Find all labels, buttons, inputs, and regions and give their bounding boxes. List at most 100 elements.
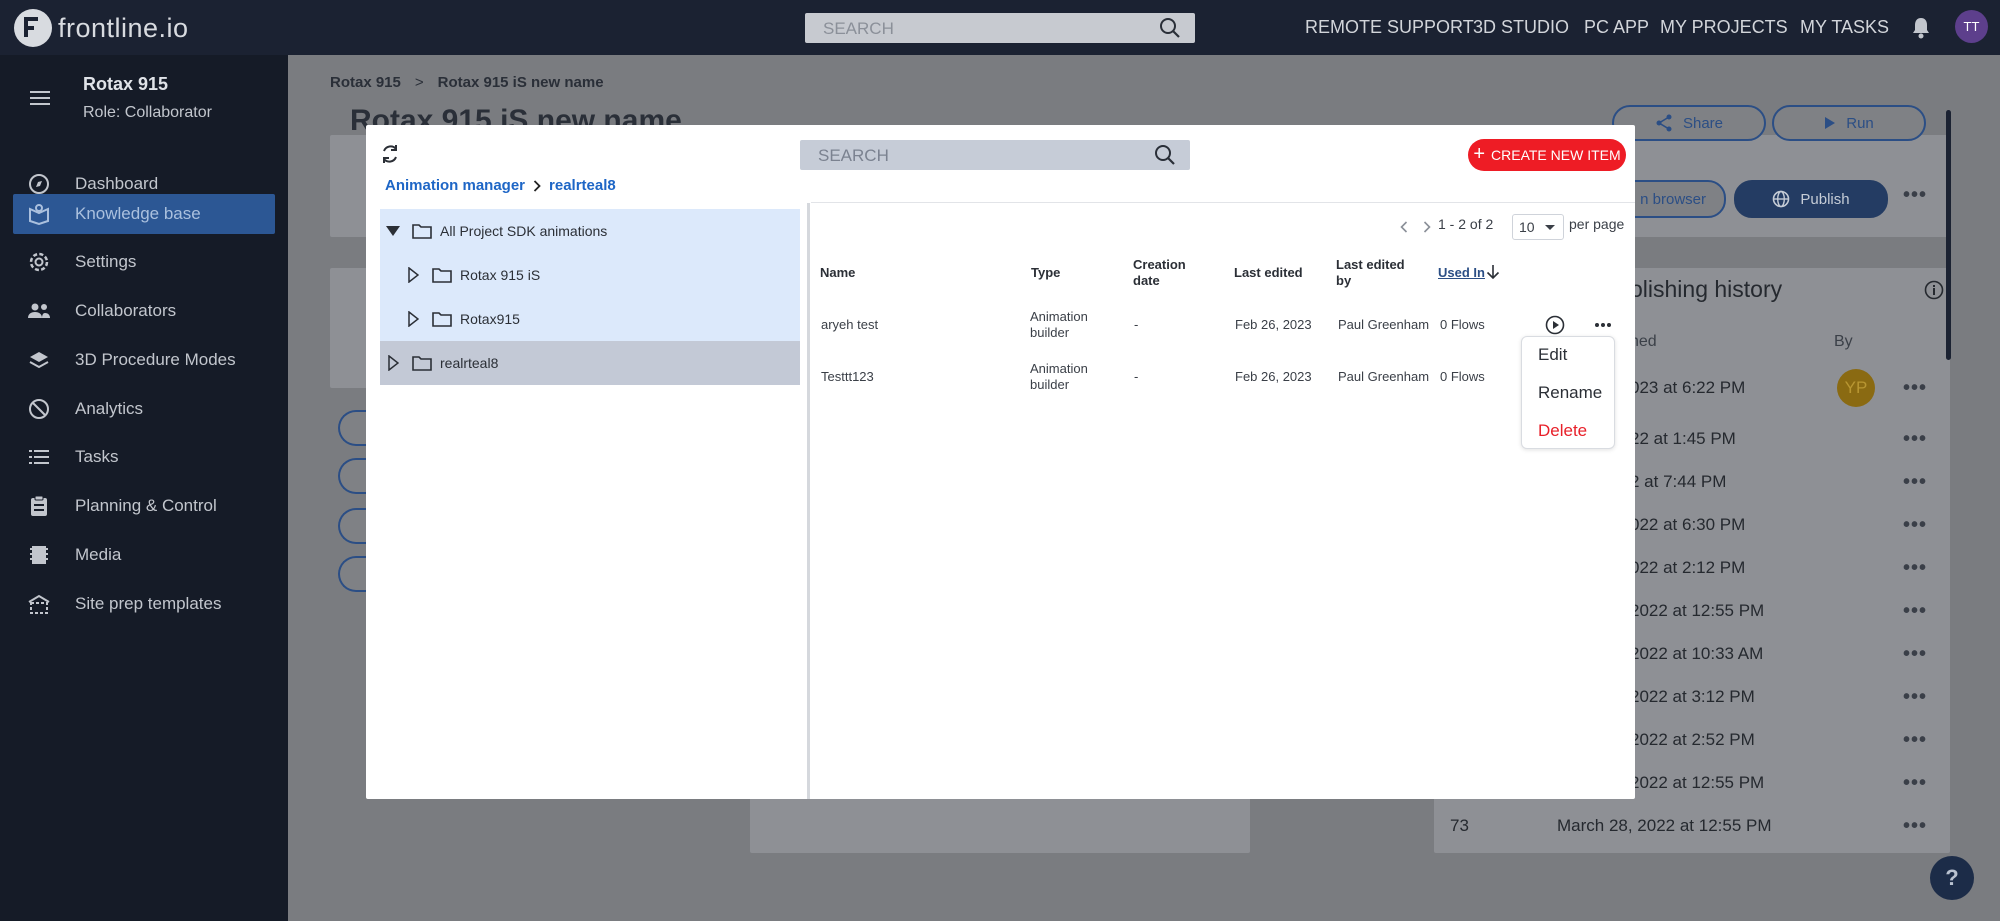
row-more-icon[interactable]: ••• <box>1903 557 1927 580</box>
history-row-date: 023 at 6:22 PM <box>1630 378 1746 397</box>
sidebar-item-media[interactable]: Media <box>13 535 275 575</box>
divider <box>811 202 1635 203</box>
history-row-date: 022 at 2:12 PM <box>1630 558 1746 577</box>
search-icon[interactable] <box>1154 144 1176 166</box>
row-more-icon[interactable]: ••• <box>1903 815 1927 838</box>
row-last-edited: Feb 26, 2023 <box>1235 317 1312 332</box>
sidebar-item-3d-procedure-modes[interactable]: 3D Procedure Modes <box>13 340 275 380</box>
breadcrumb-item[interactable]: Rotax 915 <box>330 74 401 91</box>
global-search-input[interactable]: SEARCH <box>805 13 1195 43</box>
next-page-icon[interactable] <box>1423 221 1431 233</box>
menu-item-delete[interactable]: Delete <box>1538 421 1587 441</box>
row-more-icon[interactable]: ••• <box>1903 600 1927 623</box>
chevron-right-icon <box>533 179 541 192</box>
prev-page-icon[interactable] <box>1400 221 1408 233</box>
help-button[interactable]: ? <box>1930 856 1974 900</box>
sidebar: Rotax 915 Role: Collaborator Dashboard K… <box>0 55 288 921</box>
tree-item-rotax915[interactable]: Rotax915 <box>380 297 800 341</box>
tree-item-all-project-sdk[interactable]: All Project SDK animations <box>380 209 800 253</box>
tree-item-rotax-915-is[interactable]: Rotax 915 iS <box>380 253 800 297</box>
caret-down-icon[interactable] <box>380 225 406 237</box>
sidebar-item-planning-control[interactable]: Planning & Control <box>13 486 275 526</box>
row-more-icon[interactable]: ••• <box>1903 428 1927 451</box>
hamburger-menu-icon[interactable] <box>30 90 50 106</box>
nav-my-tasks[interactable]: MY TASKS <box>1800 17 1889 38</box>
row-more-icon[interactable]: ••• <box>1903 772 1927 795</box>
modal-search-input[interactable]: SEARCH <box>800 140 1190 170</box>
bell-icon[interactable] <box>1910 16 1932 40</box>
breadcrumb-animation-manager[interactable]: Animation manager <box>385 177 525 194</box>
row-more-icon[interactable]: ••• <box>1903 377 1927 400</box>
caret-right-icon[interactable] <box>400 311 426 327</box>
filter-pill[interactable] <box>338 556 368 592</box>
sidebar-item-label: Media <box>75 545 122 564</box>
caret-right-icon[interactable] <box>400 267 426 283</box>
per-page-label: per page <box>1569 216 1625 232</box>
history-row-date: 2022 at 12:55 PM <box>1630 601 1765 620</box>
film-icon <box>4 545 74 565</box>
row-context-menu: Edit Rename Delete <box>1521 336 1615 449</box>
breadcrumb-current-folder[interactable]: realrteal8 <box>549 177 616 194</box>
row-used-in: 0 Flows <box>1440 317 1485 332</box>
row-name[interactable]: aryeh test <box>821 317 878 333</box>
play-circle-icon[interactable] <box>1545 315 1565 335</box>
refresh-icon[interactable] <box>380 143 400 165</box>
scrollbar[interactable] <box>1946 110 1951 360</box>
caret-right-icon[interactable] <box>380 355 406 371</box>
global-search-placeholder: SEARCH <box>823 19 894 38</box>
sidebar-item-knowledge-base[interactable]: Knowledge base <box>13 194 275 234</box>
tree-item-label: realrteal8 <box>440 355 499 371</box>
filter-pill[interactable] <box>338 458 368 494</box>
col-header-used-in[interactable]: Used In <box>1438 265 1485 281</box>
row-type: Animation builder <box>1030 309 1088 340</box>
analytics-icon <box>4 398 74 420</box>
row-more-icon[interactable]: ••• <box>1903 686 1927 709</box>
more-options-icon[interactable] <box>1594 322 1612 328</box>
people-icon <box>4 302 74 320</box>
col-header-name[interactable]: Name <box>820 265 855 281</box>
compass-icon <box>4 173 74 195</box>
info-icon[interactable] <box>1924 280 1944 300</box>
row-more-icon[interactable]: ••• <box>1903 729 1927 752</box>
nav-my-projects[interactable]: MY PROJECTS <box>1660 17 1788 38</box>
col-header-last-edited-by[interactable]: Last edited by <box>1336 257 1410 289</box>
panel-divider[interactable] <box>807 203 810 799</box>
publish-button[interactable]: Publish <box>1734 180 1888 218</box>
sidebar-item-label: Tasks <box>75 447 119 466</box>
search-icon[interactable] <box>1159 17 1181 39</box>
per-page-value: 10 <box>1519 219 1535 235</box>
filter-pill[interactable] <box>338 410 368 446</box>
share-button[interactable]: Share <box>1612 105 1766 141</box>
sidebar-item-tasks[interactable]: Tasks <box>13 437 275 477</box>
col-header-last-edited[interactable]: Last edited <box>1234 265 1303 281</box>
col-header-creation-date[interactable]: Creation date <box>1133 257 1193 289</box>
run-button[interactable]: Run <box>1772 105 1926 141</box>
per-page-select[interactable]: 10 <box>1512 214 1564 240</box>
menu-item-rename[interactable]: Rename <box>1538 383 1602 403</box>
share-label: Share <box>1682 114 1724 132</box>
logo[interactable]: frontline.io <box>14 8 189 48</box>
nav-pc-app[interactable]: PC APP <box>1584 17 1649 38</box>
more-options-icon[interactable]: ••• <box>1903 184 1927 207</box>
user-avatar[interactable]: TT <box>1955 10 1988 43</box>
filter-pill[interactable] <box>338 508 368 544</box>
row-more-icon[interactable]: ••• <box>1903 471 1927 494</box>
row-last-edited: Feb 26, 2023 <box>1235 369 1312 384</box>
create-new-item-button[interactable]: + CREATE NEW ITEM <box>1468 139 1626 171</box>
nav-3d-studio[interactable]: 3D STUDIO <box>1473 17 1569 38</box>
row-more-icon[interactable]: ••• <box>1903 514 1927 537</box>
nav-remote-support[interactable]: REMOTE SUPPORT <box>1305 17 1474 38</box>
sort-arrow-down-icon[interactable] <box>1486 264 1500 280</box>
col-header-type[interactable]: Type <box>1031 265 1060 281</box>
sidebar-item-analytics[interactable]: Analytics <box>13 389 275 429</box>
menu-item-edit[interactable]: Edit <box>1538 345 1567 365</box>
sidebar-item-site-prep-templates[interactable]: Site prep templates <box>13 584 275 624</box>
history-col-by: By <box>1834 333 1853 350</box>
tree-item-realrteal8[interactable]: realrteal8 <box>380 341 800 385</box>
row-more-icon[interactable]: ••• <box>1903 643 1927 666</box>
sidebar-item-collaborators[interactable]: Collaborators <box>13 291 275 331</box>
breadcrumb-item[interactable]: Rotax 915 iS new name <box>438 74 604 91</box>
history-row-date: 2022 at 12:55 PM <box>1630 773 1765 792</box>
row-name[interactable]: Testtt123 <box>821 369 874 385</box>
sidebar-item-settings[interactable]: Settings <box>13 242 275 282</box>
